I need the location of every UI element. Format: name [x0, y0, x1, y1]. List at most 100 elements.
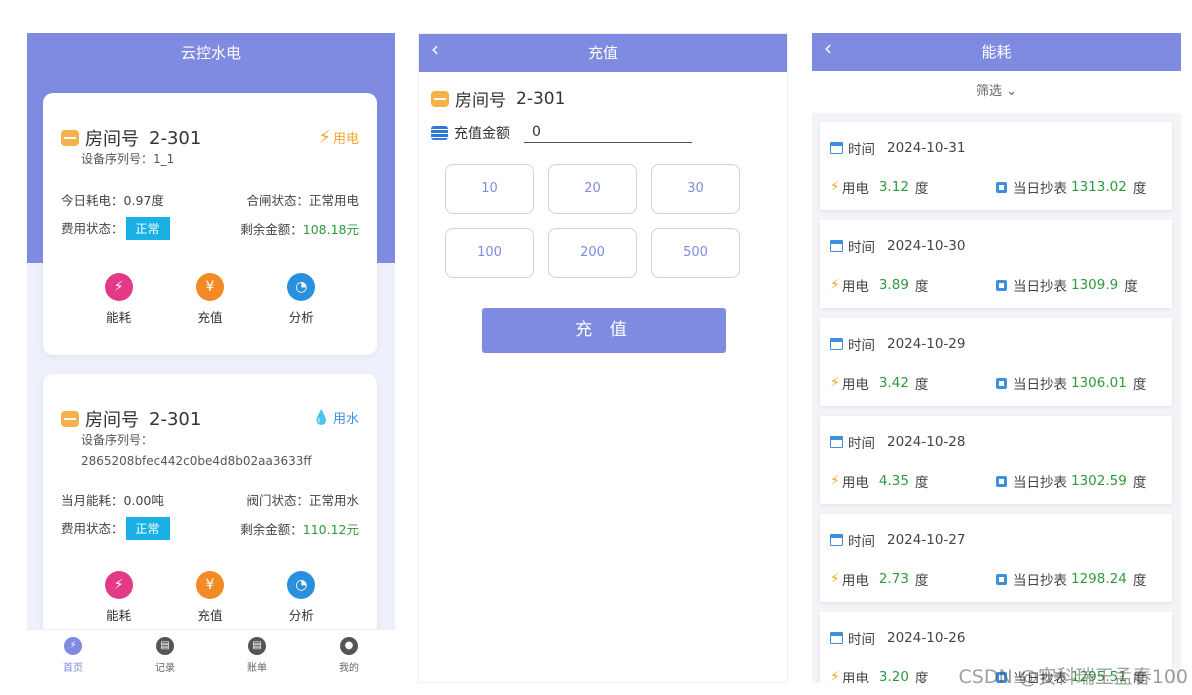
- tab-bills[interactable]: ▤ 账单: [227, 630, 287, 683]
- calendar-icon: [830, 632, 843, 644]
- filter-dropdown[interactable]: 筛选 ⌄: [812, 71, 1181, 113]
- room-number: 2-301: [149, 408, 202, 430]
- record-usage: ⚡ 用电 3.20 度: [830, 667, 928, 683]
- tab-home[interactable]: ⚡ 首页: [43, 630, 103, 683]
- back-icon[interactable]: ‹: [431, 34, 439, 64]
- amount-option-30[interactable]: 30: [651, 164, 740, 214]
- amount-option-500[interactable]: 500: [651, 228, 740, 278]
- record-usage: ⚡ 用电 3.42 度: [830, 373, 928, 393]
- unit-label: 度: [1132, 475, 1147, 491]
- record-meter: 当日抄表 1306.01 度: [996, 373, 1146, 393]
- tab-profile[interactable]: ● 我的: [319, 630, 379, 683]
- serial-value: 2865208bfec442c0be4d8b02aa3633ff: [81, 454, 312, 468]
- back-icon[interactable]: ‹: [824, 33, 832, 63]
- energy-action-button[interactable]: ⚡ 能耗: [89, 273, 149, 326]
- usage-value: 2.73: [878, 571, 909, 587]
- home-icon: ⚡: [64, 637, 82, 655]
- lightning-icon: ⚡: [830, 473, 840, 489]
- usage-value: 0.00吨: [123, 493, 164, 508]
- status-badge: 正常: [125, 517, 170, 540]
- records-icon: ▤: [156, 637, 174, 655]
- balance-value: 110.12元: [302, 522, 359, 537]
- meter-label: 当日抄表: [1013, 573, 1067, 589]
- analysis-action-button[interactable]: ◔ 分析: [271, 571, 331, 624]
- list-item[interactable]: 时间 2024-10-30 ⚡ 用电 3.89 度 当日抄表 1309.9 度: [820, 220, 1172, 308]
- switch-label: 阀门状态：: [246, 493, 309, 508]
- time-label: 时间: [848, 632, 875, 648]
- room-row: 房间号 2-301: [61, 406, 201, 432]
- meter-icon: [996, 377, 1007, 389]
- energy-screen: ‹ 能耗 筛选 ⌄ 时间 2024-10-31 ⚡ 用电 3.12 度 当日抄表 1313…: [812, 33, 1181, 683]
- list-item[interactable]: 时间 2024-10-31 ⚡ 用电 3.12 度 当日抄表 1313.02 度: [820, 122, 1172, 210]
- time-label: 时间: [848, 240, 875, 256]
- unit-label: 度: [914, 377, 929, 393]
- record-usage: ⚡ 用电 2.73 度: [830, 569, 928, 589]
- meter-icon: [996, 279, 1007, 291]
- recharge-action-button[interactable]: ¥ 充值: [180, 273, 240, 326]
- lightning-icon: ⚡: [318, 127, 331, 148]
- usage-label: 用电: [841, 377, 869, 393]
- record-date: 2024-10-30: [887, 238, 966, 254]
- unit-label: 度: [1132, 181, 1147, 197]
- page-title: 云控水电: [180, 44, 241, 62]
- list-item[interactable]: 时间 2024-10-29 ⚡ 用电 3.42 度 当日抄表 1306.01 度: [820, 318, 1172, 406]
- recharge-submit-button[interactable]: 充 值: [482, 308, 726, 353]
- meter-value: 1302.59: [1071, 473, 1127, 489]
- unit-label: 度: [914, 573, 929, 589]
- bill-icon: ▤: [248, 637, 266, 655]
- usage-label: 用电: [841, 475, 869, 491]
- usage-label: 用电: [841, 671, 869, 683]
- info-row-usage: 当月能耗：0.00吨 阀门状态：正常用水: [61, 490, 359, 509]
- lightning-icon: ⚡: [830, 277, 840, 293]
- usage-value: 3.89: [878, 277, 909, 293]
- type-label: 用水: [332, 412, 359, 427]
- fee-label: 费用状态：: [61, 221, 124, 236]
- unit-label: 度: [914, 181, 929, 197]
- list-item[interactable]: 时间 2024-10-27 ⚡ 用电 2.73 度 当日抄表 1298.24 度: [820, 514, 1172, 602]
- amount-option-200[interactable]: 200: [548, 228, 637, 278]
- serial-value: 1_1: [153, 152, 175, 166]
- recharge-action-button[interactable]: ¥ 充值: [180, 571, 240, 624]
- usage-label: 用电: [841, 279, 869, 295]
- analysis-action-button[interactable]: ◔ 分析: [271, 273, 331, 326]
- energy-action-button[interactable]: ⚡ 能耗: [89, 571, 149, 624]
- time-label: 时间: [848, 338, 875, 354]
- amount-option-20[interactable]: 20: [548, 164, 637, 214]
- amount-option-100[interactable]: 100: [445, 228, 534, 278]
- time-label: 时间: [848, 142, 875, 158]
- usage-value: 0.97度: [123, 193, 164, 208]
- record-date: 2024-10-26: [887, 630, 966, 646]
- water-drop-icon: 💧: [312, 409, 330, 426]
- action-label: 充值: [197, 310, 223, 325]
- filter-label: 筛选: [975, 84, 1002, 99]
- balance-label: 剩余金额：: [240, 222, 303, 237]
- device-card-electricity[interactable]: 房间号 2-301 ⚡ 用电 设备序列号：1_1 今日耗电：0.97度 合闸状态…: [43, 93, 377, 355]
- record-time: 时间 2024-10-31: [830, 138, 965, 158]
- room-row: 房间号 2-301: [431, 86, 565, 111]
- home-screen: 云控水电 房间号 2-301 ⚡ 用电 设备序列号：1_1 今日耗电：0.97度…: [27, 33, 395, 683]
- amount-input[interactable]: [524, 122, 692, 143]
- meter-value: 1306.01: [1071, 375, 1127, 391]
- record-time: 时间 2024-10-27: [830, 530, 965, 550]
- balance-label: 剩余金额：: [240, 522, 303, 537]
- tab-records[interactable]: ▤ 记录: [135, 630, 195, 683]
- list-item[interactable]: 时间 2024-10-28 ⚡ 用电 4.35 度 当日抄表 1302.59 度: [820, 416, 1172, 504]
- meter-label: 当日抄表: [1013, 475, 1067, 491]
- tab-label: 账单: [247, 663, 267, 674]
- meter-label: 当日抄表: [1013, 279, 1067, 295]
- amount-option-10[interactable]: 10: [445, 164, 534, 214]
- user-icon: ●: [340, 637, 358, 655]
- switch-value: 正常用水: [308, 493, 359, 508]
- serial-label: 设备序列号：: [81, 152, 154, 166]
- pie-chart-icon: ◔: [287, 273, 316, 301]
- lightning-icon: ⚡: [830, 571, 840, 587]
- amount-options: 10 20 30 100 200 500: [445, 164, 740, 278]
- amount-row: 充值金额: [431, 122, 692, 143]
- action-label: 能耗: [106, 310, 132, 325]
- unit-label: 度: [1132, 377, 1147, 393]
- lightning-icon: ⚡: [104, 571, 133, 599]
- room-number: 2-301: [149, 127, 202, 149]
- room-row: 房间号 2-301: [61, 125, 201, 151]
- device-card-water[interactable]: 房间号 2-301 💧 用水 设备序列号： 2865208bfec442c0be…: [43, 374, 377, 636]
- time-label: 时间: [848, 436, 875, 452]
